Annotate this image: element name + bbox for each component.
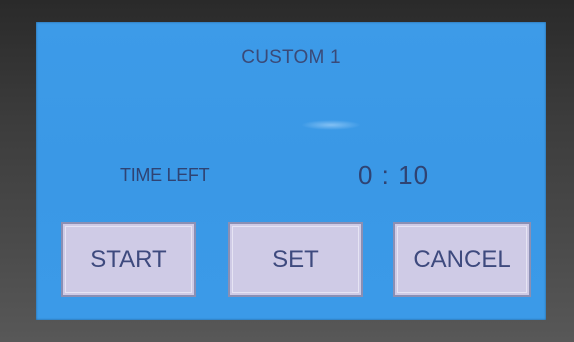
start-button[interactable]: START [61, 222, 196, 297]
set-button[interactable]: SET [228, 222, 363, 297]
screen-glare [301, 120, 361, 130]
touch-screen: CUSTOM 1 TIME LEFT 0 : 10 START SET CANC… [36, 22, 546, 320]
program-title: CUSTOM 1 [241, 47, 341, 68]
time-left-label: TIME LEFT [120, 165, 210, 185]
time-left-value: 0 : 10 [358, 160, 430, 190]
cancel-button[interactable]: CANCEL [393, 222, 531, 297]
